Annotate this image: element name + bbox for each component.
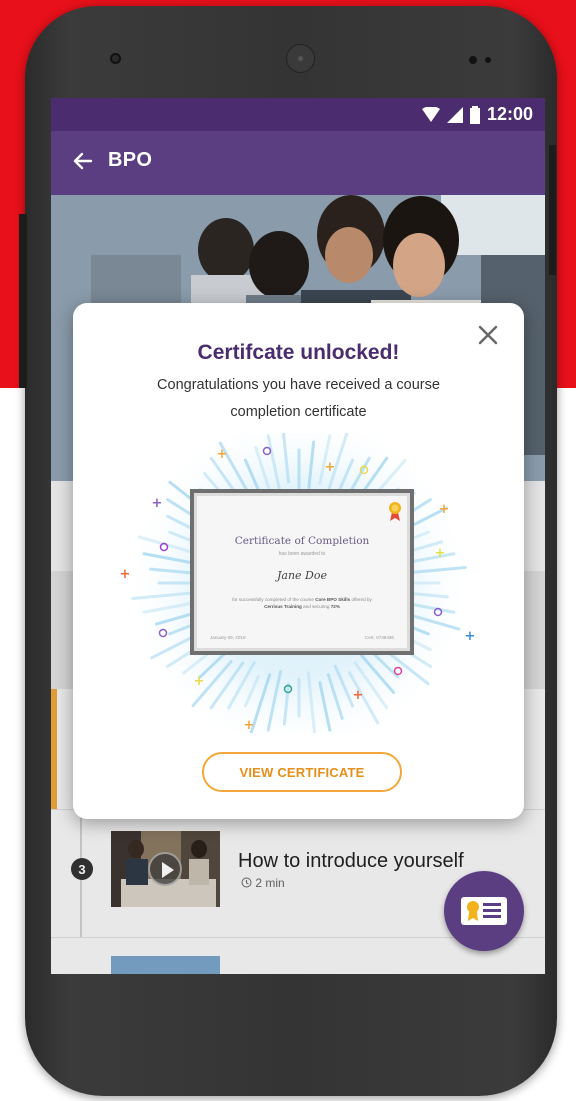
svg-text:+: + bbox=[194, 674, 205, 689]
lesson-title[interactable]: How to introduce yourself bbox=[238, 850, 464, 873]
svg-text:+: + bbox=[465, 629, 476, 644]
certificate-body: for successfully completed of the course… bbox=[218, 596, 386, 610]
svg-text:+: + bbox=[439, 502, 450, 517]
certificate-subheading: has been awarded to bbox=[278, 551, 326, 557]
certificate-offered-by: offered by bbox=[351, 597, 372, 602]
signal-icon bbox=[446, 106, 463, 123]
certificate-recipient: Jane Doe bbox=[276, 569, 327, 582]
next-lesson-thumbnail[interactable] bbox=[111, 956, 220, 974]
lesson-video-thumbnail[interactable] bbox=[111, 831, 220, 907]
page-title: BPO bbox=[108, 149, 153, 171]
award-seal-icon bbox=[389, 502, 401, 521]
dialog-message: Congratulations you have received a cour… bbox=[157, 377, 440, 420]
lesson-duration: 2 min bbox=[241, 876, 285, 890]
svg-text:+: + bbox=[435, 546, 446, 561]
lesson-step-number: 3 bbox=[71, 858, 93, 880]
play-icon[interactable] bbox=[148, 852, 182, 886]
dialog-title: Certifcate unlocked! bbox=[197, 341, 400, 364]
lesson-duration-text: 2 min bbox=[255, 876, 285, 890]
phone-side-button bbox=[19, 214, 27, 388]
certificate-fab-button[interactable] bbox=[444, 871, 524, 951]
svg-text:+: + bbox=[152, 496, 163, 511]
certificate-preview[interactable]: Certificate of Completion has been award… bbox=[190, 489, 414, 655]
certificate-unlocked-dialog: Certifcate unlocked! Congratulations you… bbox=[73, 303, 524, 819]
battery-icon bbox=[469, 105, 480, 124]
certificate-provider: Cerrisus Training bbox=[264, 604, 302, 609]
certificate-id: Cert. 0738436 bbox=[364, 635, 394, 640]
certificate-body-prefix: for successfully completed of the course bbox=[232, 597, 314, 602]
certificate-badge-icon bbox=[461, 897, 507, 925]
certificate-course: Core BPO Skills bbox=[315, 597, 351, 602]
app-bar: BPO bbox=[51, 131, 545, 195]
wifi-icon bbox=[421, 106, 440, 122]
certificate-scoring-text: and securing bbox=[303, 604, 330, 609]
svg-text:+: + bbox=[120, 567, 131, 582]
status-time: 12:00 bbox=[486, 104, 533, 124]
svg-text:+: + bbox=[244, 718, 255, 733]
clock-icon bbox=[241, 877, 252, 888]
earpiece-speaker bbox=[286, 44, 315, 73]
arrow-left-icon[interactable] bbox=[69, 147, 97, 175]
certificate-date: January 09, 2018 bbox=[210, 635, 246, 640]
phone-side-button-right bbox=[549, 145, 556, 275]
phone-sensors bbox=[469, 56, 499, 64]
certificate-heading: Certificate of Completion bbox=[234, 535, 370, 547]
svg-text:+: + bbox=[325, 460, 336, 475]
front-camera bbox=[110, 53, 121, 64]
svg-text:+: + bbox=[353, 688, 364, 703]
view-certificate-button[interactable]: VIEW CERTIFICATE bbox=[202, 752, 402, 792]
svg-text:+: + bbox=[217, 447, 228, 462]
status-bar: 12:00 bbox=[51, 98, 545, 131]
certificate-score: 72% bbox=[330, 604, 340, 609]
